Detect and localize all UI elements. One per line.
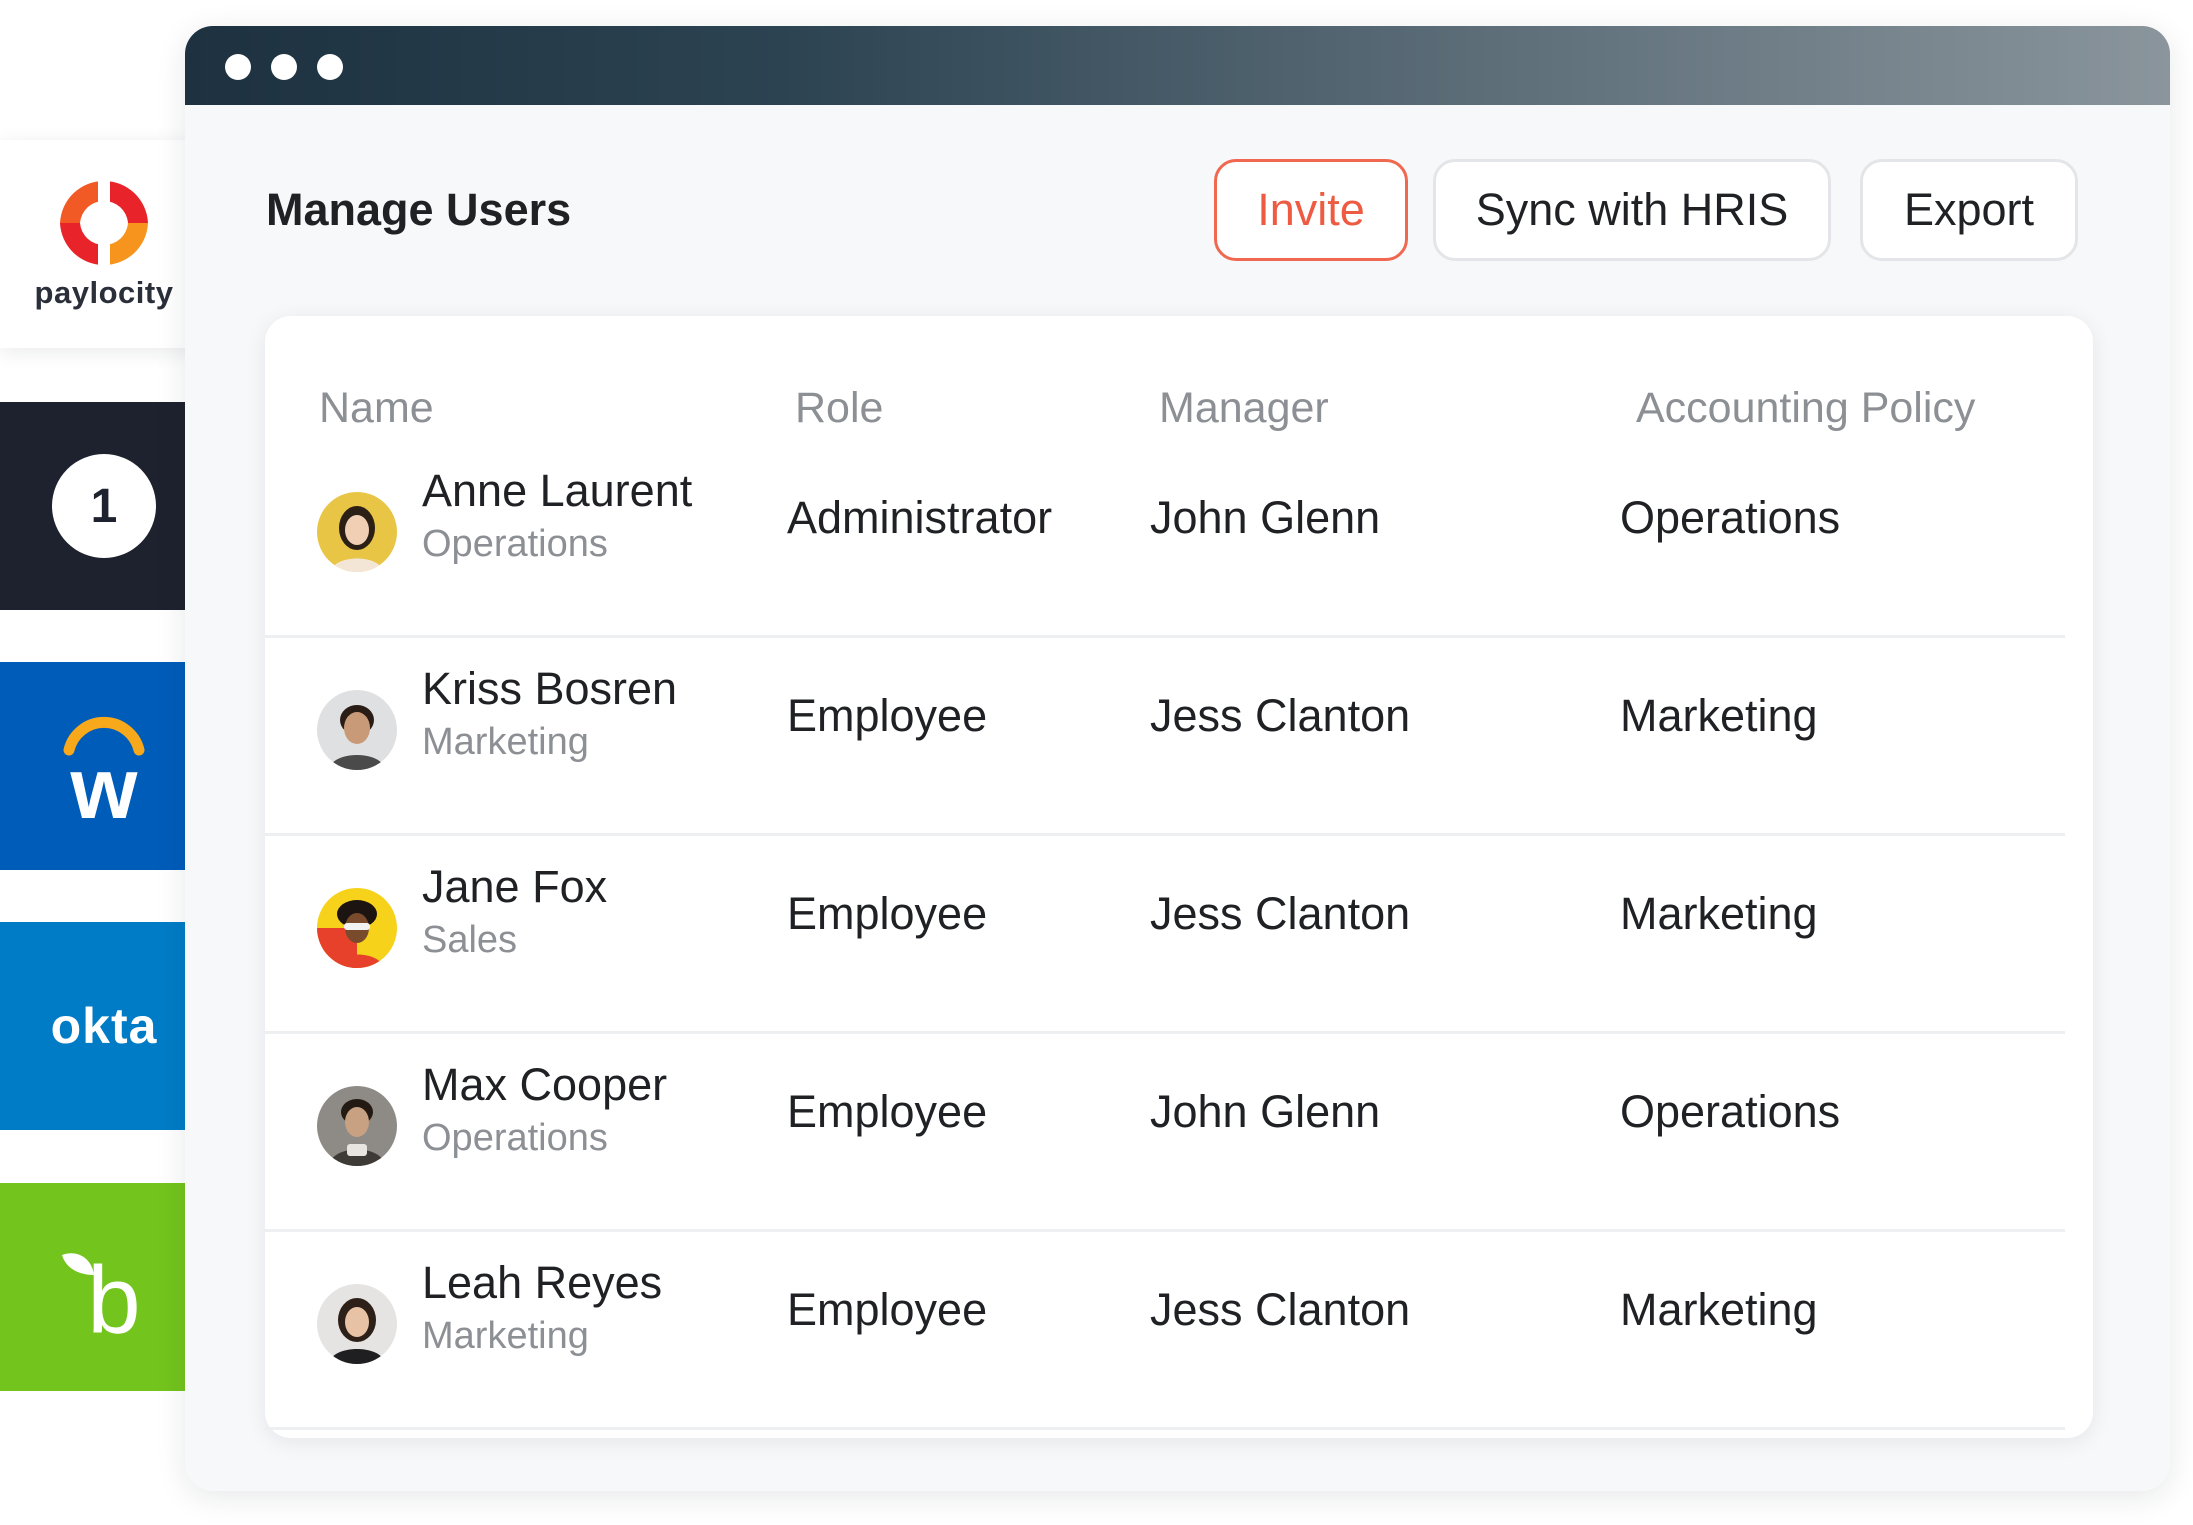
user-accounting-policy: Operations xyxy=(1620,1086,1841,1137)
avatar xyxy=(317,690,397,770)
integration-paylocity[interactable]: paylocity xyxy=(0,140,208,348)
app-window: Manage Users Invite Sync with HRIS Expor… xyxy=(185,26,2170,1491)
window-dot-icon[interactable] xyxy=(317,54,343,80)
user-manager: John Glenn xyxy=(1150,492,1381,543)
user-name[interactable]: Anne Laurent xyxy=(422,465,692,517)
sync-with-hris-button[interactable]: Sync with HRIS xyxy=(1433,159,1831,261)
table-row[interactable]: Jane Fox Sales Employee Jess Clanton Mar… xyxy=(265,836,2065,1034)
user-accounting-policy: Marketing xyxy=(1620,888,1818,939)
integration-okta[interactable]: okta xyxy=(0,922,208,1130)
user-role: Employee xyxy=(787,690,988,741)
integration-bamboohr[interactable]: b xyxy=(0,1183,208,1391)
bamboohr-logo-icon: b xyxy=(62,1247,141,1343)
paylocity-wordmark: paylocity xyxy=(34,275,174,310)
users-table: Name Role Manager Accounting Policy Anne… xyxy=(265,316,2093,1438)
user-department: Sales xyxy=(422,919,518,961)
column-header-role[interactable]: Role xyxy=(795,384,883,433)
user-role: Employee xyxy=(787,888,988,939)
avatar xyxy=(317,1284,397,1364)
user-department: Operations xyxy=(422,523,608,565)
avatar xyxy=(317,888,397,968)
window-dot-icon[interactable] xyxy=(225,54,251,80)
workday-glyph: w xyxy=(70,741,139,826)
user-accounting-policy: Operations xyxy=(1620,492,1841,543)
window-dot-icon[interactable] xyxy=(271,54,297,80)
column-header-manager[interactable]: Manager xyxy=(1159,384,1329,433)
user-name[interactable]: Max Cooper xyxy=(422,1059,667,1111)
table-row[interactable]: Leah Reyes Marketing Employee Jess Clant… xyxy=(265,1232,2065,1430)
user-manager: Jess Clanton xyxy=(1150,1284,1411,1335)
avatar xyxy=(317,492,397,572)
user-manager: John Glenn xyxy=(1150,1086,1381,1137)
page-title: Manage Users xyxy=(266,184,572,235)
user-accounting-policy: Marketing xyxy=(1620,690,1818,741)
workday-logo-icon: w xyxy=(63,716,145,826)
user-department: Operations xyxy=(422,1117,608,1159)
invite-button[interactable]: Invite xyxy=(1214,159,1408,261)
paylocity-logo-icon xyxy=(60,177,148,269)
okta-logo-icon: okta xyxy=(50,998,158,1054)
user-name[interactable]: Leah Reyes xyxy=(422,1257,662,1309)
user-department: Marketing xyxy=(422,1315,589,1357)
1password-glyph: 1 xyxy=(91,480,118,533)
column-header-name[interactable]: Name xyxy=(319,384,434,433)
user-manager: Jess Clanton xyxy=(1150,690,1411,741)
bamboohr-glyph: b xyxy=(87,1247,140,1343)
integration-workday[interactable]: w xyxy=(0,662,208,870)
user-name[interactable]: Kriss Bosren xyxy=(422,663,677,715)
1password-logo-icon: 1 xyxy=(52,454,156,558)
user-role: Administrator xyxy=(787,492,1053,543)
table-row[interactable]: Anne Laurent Operations Administrator Jo… xyxy=(265,440,2065,638)
user-manager: Jess Clanton xyxy=(1150,888,1411,939)
avatar xyxy=(317,1086,397,1166)
user-department: Marketing xyxy=(422,721,589,763)
user-accounting-policy: Marketing xyxy=(1620,1284,1818,1335)
user-role: Employee xyxy=(787,1284,988,1335)
user-name[interactable]: Jane Fox xyxy=(422,861,607,913)
integration-1password[interactable]: 1 xyxy=(0,402,208,610)
table-row[interactable]: Kriss Bosren Marketing Employee Jess Cla… xyxy=(265,638,2065,836)
window-titlebar xyxy=(185,26,2170,105)
column-header-accounting-policy[interactable]: Accounting Policy xyxy=(1636,384,1975,433)
table-row[interactable]: Max Cooper Operations Employee John Glen… xyxy=(265,1034,2065,1232)
export-button[interactable]: Export xyxy=(1860,159,2078,261)
user-role: Employee xyxy=(787,1086,988,1137)
